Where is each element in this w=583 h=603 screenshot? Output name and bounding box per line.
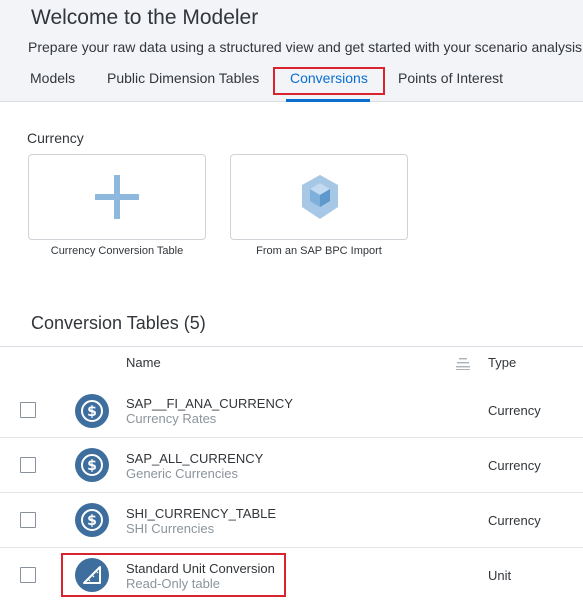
column-header-type[interactable]: Type: [488, 355, 516, 370]
row-name[interactable]: SAP__FI_ANA_CURRENCY: [126, 396, 293, 411]
row-type: Currency: [488, 403, 541, 418]
page-title: Welcome to the Modeler: [31, 6, 259, 29]
row-type: Unit: [488, 568, 512, 583]
svg-text:$: $: [87, 458, 97, 474]
active-tab-indicator: [286, 99, 370, 102]
row-description: Generic Currencies: [126, 466, 238, 481]
table-row[interactable]: Standard Unit Conversion Read-Only table…: [0, 548, 583, 603]
row-description: Currency Rates: [126, 411, 217, 426]
svg-text:$: $: [87, 404, 97, 420]
row-name[interactable]: SAP_ALL_CURRENCY: [126, 451, 263, 466]
bpc-cube-icon: [302, 175, 338, 219]
page-subtitle: Prepare your raw data using a structured…: [28, 39, 583, 55]
row-name[interactable]: SHI_CURRENCY_TABLE: [126, 506, 276, 521]
column-header-name[interactable]: Name: [126, 355, 161, 370]
currency-conversion-table-caption: Currency Conversion Table: [50, 245, 184, 257]
table-row[interactable]: $ SHI_CURRENCY_TABLE SHI Currencies Curr…: [0, 493, 583, 548]
svg-text:$: $: [87, 513, 97, 529]
row-checkbox[interactable]: [20, 567, 36, 583]
plus-icon: [95, 175, 139, 219]
sap-bpc-import-caption: From an SAP BPC Import: [256, 245, 382, 257]
tab-points-of-interest[interactable]: Points of Interest: [398, 70, 503, 86]
conversion-tables-title: Conversion Tables (5): [31, 313, 206, 333]
ruler-triangle-icon: [75, 558, 109, 592]
row-type: Currency: [488, 513, 541, 528]
row-description: Read-Only table: [126, 576, 220, 591]
table-row[interactable]: $ SAP_ALL_CURRENCY Generic Currencies Cu…: [0, 438, 583, 493]
currency-dollar-icon: $: [75, 448, 109, 482]
row-type: Currency: [488, 458, 541, 473]
tab-public-dimension-tables[interactable]: Public Dimension Tables: [107, 70, 259, 86]
row-checkbox[interactable]: [20, 512, 36, 528]
sap-bpc-import-tile[interactable]: [230, 154, 408, 240]
table-row[interactable]: $ SAP__FI_ANA_CURRENCY Currency Rates Cu…: [0, 383, 583, 438]
tab-conversions[interactable]: Conversions: [290, 70, 368, 86]
currency-conversion-table-tile[interactable]: [28, 154, 206, 240]
row-description: SHI Currencies: [126, 521, 215, 536]
currency-dollar-icon: $: [75, 503, 109, 537]
row-checkbox[interactable]: [20, 402, 36, 418]
currency-section-label: Currency: [27, 130, 84, 146]
row-checkbox[interactable]: [20, 457, 36, 473]
row-name[interactable]: Standard Unit Conversion: [126, 561, 275, 576]
tab-models[interactable]: Models: [30, 70, 75, 86]
currency-dollar-icon: $: [75, 394, 109, 428]
sort-icon[interactable]: [456, 358, 470, 370]
